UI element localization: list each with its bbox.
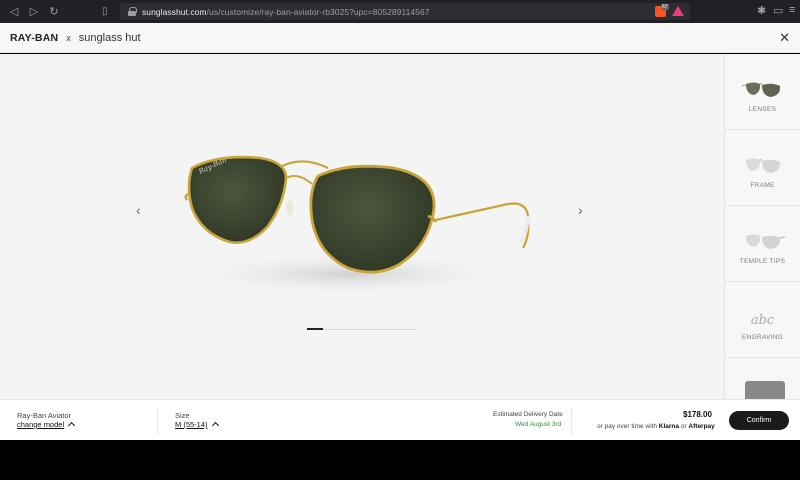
pay-or: or	[680, 423, 687, 430]
chevron-up-icon	[68, 421, 76, 430]
size-label: Size	[175, 411, 190, 420]
url-host: sunglasshut.com	[142, 6, 207, 17]
url-path: /us/customize/ray-ban-aviator-rb3025?upc…	[206, 6, 430, 17]
change-model-text: change model	[17, 420, 65, 429]
image-carousel-progress[interactable]	[307, 328, 417, 330]
divider	[571, 408, 572, 434]
hinge-left	[184, 192, 189, 201]
delivery-date: Wed August 3rd	[515, 421, 562, 428]
chevron-up-icon	[211, 421, 219, 430]
summary-bar: Ray-Ban Aviator change model Size M (55-…	[0, 399, 800, 440]
screen-bottom-area	[0, 440, 800, 480]
brave-shield-icon[interactable]	[655, 4, 669, 17]
browser-toolbar: ◁ ▷ ↻ ▯ sunglasshut.com/us/customize/ray…	[0, 0, 800, 23]
sidebar-item-temple-tips[interactable]: TEMPLE TIPS	[725, 206, 800, 282]
sunglasses-image: Ray-Ban	[178, 156, 530, 296]
url-text: sunglasshut.com/us/customize/ray-ban-avi…	[142, 7, 429, 17]
model-name: Ray-Ban Aviator	[17, 411, 72, 420]
size-selector[interactable]: M (55-14)	[175, 420, 219, 430]
klarna-link[interactable]: Klarna	[659, 423, 679, 430]
forward-icon[interactable]: ▷	[26, 4, 42, 20]
sidebar-item-frame[interactable]: FRAME	[725, 130, 800, 206]
customize-sidebar: LENSES FRAME TEMPLE TIPS abc ENGRAVING	[724, 54, 800, 399]
address-bar[interactable]: sunglasshut.com/us/customize/ray-ban-avi…	[120, 3, 690, 20]
chevron-right-icon[interactable]: ›	[578, 202, 583, 218]
close-icon[interactable]: ✕	[779, 31, 790, 44]
ray-ban-logo: RAY-BAN	[10, 31, 59, 44]
divider	[157, 408, 158, 434]
temple-tips-icon	[745, 234, 785, 249]
menu-icon[interactable]: ≡	[789, 4, 795, 16]
extensions-icon[interactable]: ✱	[757, 4, 766, 17]
chevron-left-icon[interactable]: ‹	[136, 202, 141, 218]
brand-separator: x	[66, 32, 71, 43]
price: $178.00	[683, 410, 712, 419]
delivery-label: Estimated Delivery Date	[493, 411, 563, 418]
pay-over-time: or pay over time with Klarna or Afterpay	[597, 423, 715, 430]
back-icon[interactable]: ◁	[6, 4, 22, 20]
sidebar-label-engraving: ENGRAVING	[741, 334, 784, 341]
frame-icon	[745, 158, 780, 173]
page-header: RAY-BAN x sunglass hut ✕	[0, 23, 800, 53]
sidebar-label-frame: FRAME	[750, 182, 775, 189]
lenses-icon	[741, 82, 780, 97]
reload-icon[interactable]: ↻	[46, 4, 62, 20]
pay-prefix: or pay over time with	[597, 423, 657, 430]
sunglass-hut-logo: sunglass hut	[78, 31, 141, 44]
confirm-button[interactable]: Confirm	[729, 411, 789, 430]
lock-icon	[128, 7, 137, 16]
product-viewer[interactable]: ‹ › Ray-Ban	[0, 54, 724, 399]
sidebar-label-lenses: LENSES	[748, 106, 777, 113]
window-icon[interactable]: ▭	[773, 4, 783, 17]
engraving-icon: abc	[750, 313, 775, 328]
change-model-link[interactable]: change model	[17, 420, 76, 430]
sidebar-item-engraving[interactable]: abc ENGRAVING	[725, 282, 800, 358]
progress-fill	[307, 328, 323, 330]
nose-pad-left	[286, 200, 294, 216]
temple-right	[430, 202, 530, 249]
case-icon[interactable]	[745, 381, 785, 399]
afterpay-link[interactable]: Afterpay	[688, 423, 714, 430]
bridge-bottom	[285, 175, 313, 185]
size-value: M (55-14)	[175, 420, 208, 429]
brave-rewards-icon[interactable]	[672, 6, 684, 16]
sidebar-item-lenses[interactable]: LENSES	[725, 54, 800, 130]
sidebar-label-temple-tips: TEMPLE TIPS	[739, 258, 786, 265]
bookmark-icon[interactable]: ▯	[102, 6, 116, 17]
bridge-top	[281, 160, 329, 169]
